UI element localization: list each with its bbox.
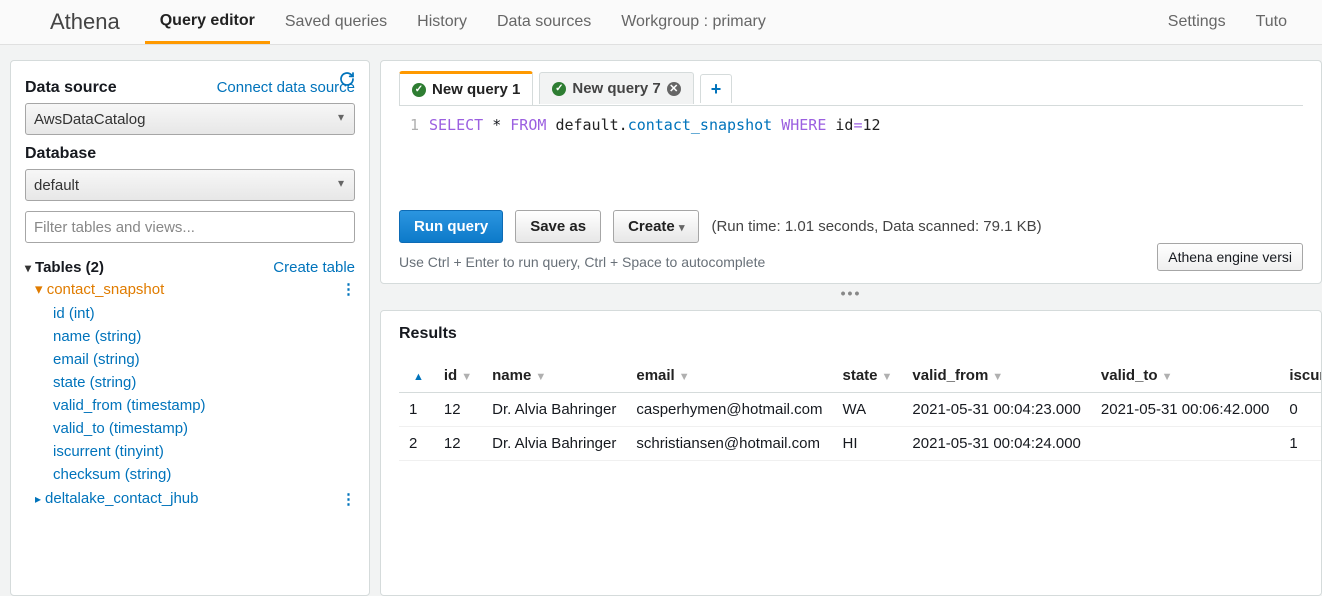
table-cell: 1: [399, 393, 434, 427]
table-row: 212Dr. Alvia Bahringerschristiansen@hotm…: [399, 427, 1322, 461]
sort-asc-icon: ▲: [413, 371, 424, 383]
create-button[interactable]: Create ▾: [613, 210, 699, 243]
col-iscurrent[interactable]: iscurrent▼: [1279, 359, 1322, 393]
query-tab-1-label: New query 1: [432, 81, 520, 98]
brand: Athena: [50, 9, 120, 35]
table-actions-menu-2[interactable]: ⋮: [341, 490, 355, 508]
table-cell: 2021-05-31 00:06:42.000: [1091, 393, 1279, 427]
column-list: id (int) name (string) email (string) st…: [53, 302, 355, 486]
sort-icon: ▼: [1162, 371, 1173, 383]
table-cell: schristiansen@hotmail.com: [626, 427, 832, 461]
table-row: 112Dr. Alvia Bahringercasperhymen@hotmai…: [399, 393, 1322, 427]
nav-tabs: Query editor Saved queries History Data …: [145, 0, 781, 44]
table-cell: 12: [434, 393, 482, 427]
editor-panel: ✓ New query 1 ✓ New query 7 ✕ + 1SELECT …: [380, 60, 1322, 284]
resize-handle[interactable]: •••: [380, 284, 1322, 306]
editor-hint: Use Ctrl + Enter to run query, Ctrl + Sp…: [399, 254, 765, 270]
query-tab-1[interactable]: ✓ New query 1: [399, 71, 533, 105]
table-cell: 0: [1279, 393, 1322, 427]
table-cell: 12: [434, 427, 482, 461]
engine-version-button[interactable]: Athena engine versi: [1157, 243, 1303, 271]
results-title: Results: [399, 325, 1303, 343]
top-navbar: Athena Query editor Saved queries Histor…: [0, 0, 1322, 45]
sql-editor[interactable]: 1SELECT * FROM default.contact_snapshot …: [399, 110, 1303, 204]
table-deltalake-contact-jhub[interactable]: deltalake_contact_jhub: [35, 490, 198, 508]
table-cell: 2021-05-31 00:04:23.000: [902, 393, 1090, 427]
close-tab-icon[interactable]: ✕: [667, 82, 681, 96]
nav-tab-history[interactable]: History: [402, 0, 482, 44]
column-name[interactable]: name (string): [53, 325, 355, 348]
col-id[interactable]: id▼: [434, 359, 482, 393]
create-table-link[interactable]: Create table: [273, 259, 355, 276]
tables-section-toggle[interactable]: Tables (2): [25, 259, 104, 276]
nav-settings[interactable]: Settings: [1153, 13, 1241, 31]
column-email[interactable]: email (string): [53, 348, 355, 371]
sort-icon: ▼: [461, 371, 472, 383]
chevron-down-icon: ▾: [679, 222, 685, 234]
table-cell: HI: [833, 427, 903, 461]
data-source-value: AwsDataCatalog: [34, 111, 145, 128]
database-label: Database: [25, 145, 355, 163]
database-value: default: [34, 177, 79, 194]
nav-tab-saved-queries[interactable]: Saved queries: [270, 0, 402, 44]
table-cell: Dr. Alvia Bahringer: [482, 393, 626, 427]
run-query-button[interactable]: Run query: [399, 210, 503, 243]
column-valid-from[interactable]: valid_from (timestamp): [53, 394, 355, 417]
col-state[interactable]: state▼: [833, 359, 903, 393]
col-rownum[interactable]: ▲: [399, 359, 434, 393]
connect-data-source-link[interactable]: Connect data source: [217, 79, 355, 96]
status-ok-icon: ✓: [552, 82, 566, 96]
column-checksum[interactable]: checksum (string): [53, 463, 355, 486]
left-panel: Data source Connect data source AwsDataC…: [10, 60, 370, 596]
query-tab-7-label: New query 7: [572, 80, 660, 97]
results-panel: Results ▲ id▼ name▼ email▼ state▼ valid_…: [380, 310, 1322, 596]
data-source-select[interactable]: AwsDataCatalog: [25, 103, 355, 135]
col-valid-from[interactable]: valid_from▼: [902, 359, 1090, 393]
results-table: ▲ id▼ name▼ email▼ state▼ valid_from▼ va…: [399, 359, 1322, 461]
save-as-button[interactable]: Save as: [515, 210, 601, 243]
table-cell: Dr. Alvia Bahringer: [482, 427, 626, 461]
col-email[interactable]: email▼: [626, 359, 832, 393]
query-tabstrip: ✓ New query 1 ✓ New query 7 ✕ +: [399, 71, 1303, 106]
column-iscurrent[interactable]: iscurrent (tinyint): [53, 440, 355, 463]
status-ok-icon: ✓: [412, 83, 426, 97]
col-valid-to[interactable]: valid_to▼: [1091, 359, 1279, 393]
query-tab-7[interactable]: ✓ New query 7 ✕: [539, 72, 693, 104]
nav-tutorial[interactable]: Tuto: [1241, 13, 1302, 31]
table-cell: casperhymen@hotmail.com: [626, 393, 832, 427]
sort-icon: ▼: [535, 371, 546, 383]
table-cell: 1: [1279, 427, 1322, 461]
data-source-label: Data source: [25, 79, 117, 97]
add-query-tab[interactable]: +: [700, 74, 733, 103]
nav-tab-query-editor[interactable]: Query editor: [145, 0, 270, 44]
sort-icon: ▼: [992, 371, 1003, 383]
nav-tab-data-sources[interactable]: Data sources: [482, 0, 606, 44]
nav-tab-workgroup[interactable]: Workgroup : primary: [606, 0, 781, 44]
col-name[interactable]: name▼: [482, 359, 626, 393]
filter-tables-input[interactable]: [25, 211, 355, 243]
column-id[interactable]: id (int): [53, 302, 355, 325]
table-cell: WA: [833, 393, 903, 427]
sort-icon: ▼: [679, 371, 690, 383]
table-cell: [1091, 427, 1279, 461]
table-cell: 2021-05-31 00:04:24.000: [902, 427, 1090, 461]
column-state[interactable]: state (string): [53, 371, 355, 394]
column-valid-to[interactable]: valid_to (timestamp): [53, 417, 355, 440]
run-info: (Run time: 1.01 seconds, Data scanned: 7…: [711, 218, 1041, 235]
refresh-icon[interactable]: [339, 71, 355, 91]
sort-icon: ▼: [882, 371, 893, 383]
table-actions-menu[interactable]: ⋮: [341, 280, 355, 298]
line-number: 1: [399, 116, 429, 134]
table-cell: 2: [399, 427, 434, 461]
table-contact-snapshot[interactable]: ▾ contact_snapshot: [35, 280, 164, 298]
database-select[interactable]: default: [25, 169, 355, 201]
